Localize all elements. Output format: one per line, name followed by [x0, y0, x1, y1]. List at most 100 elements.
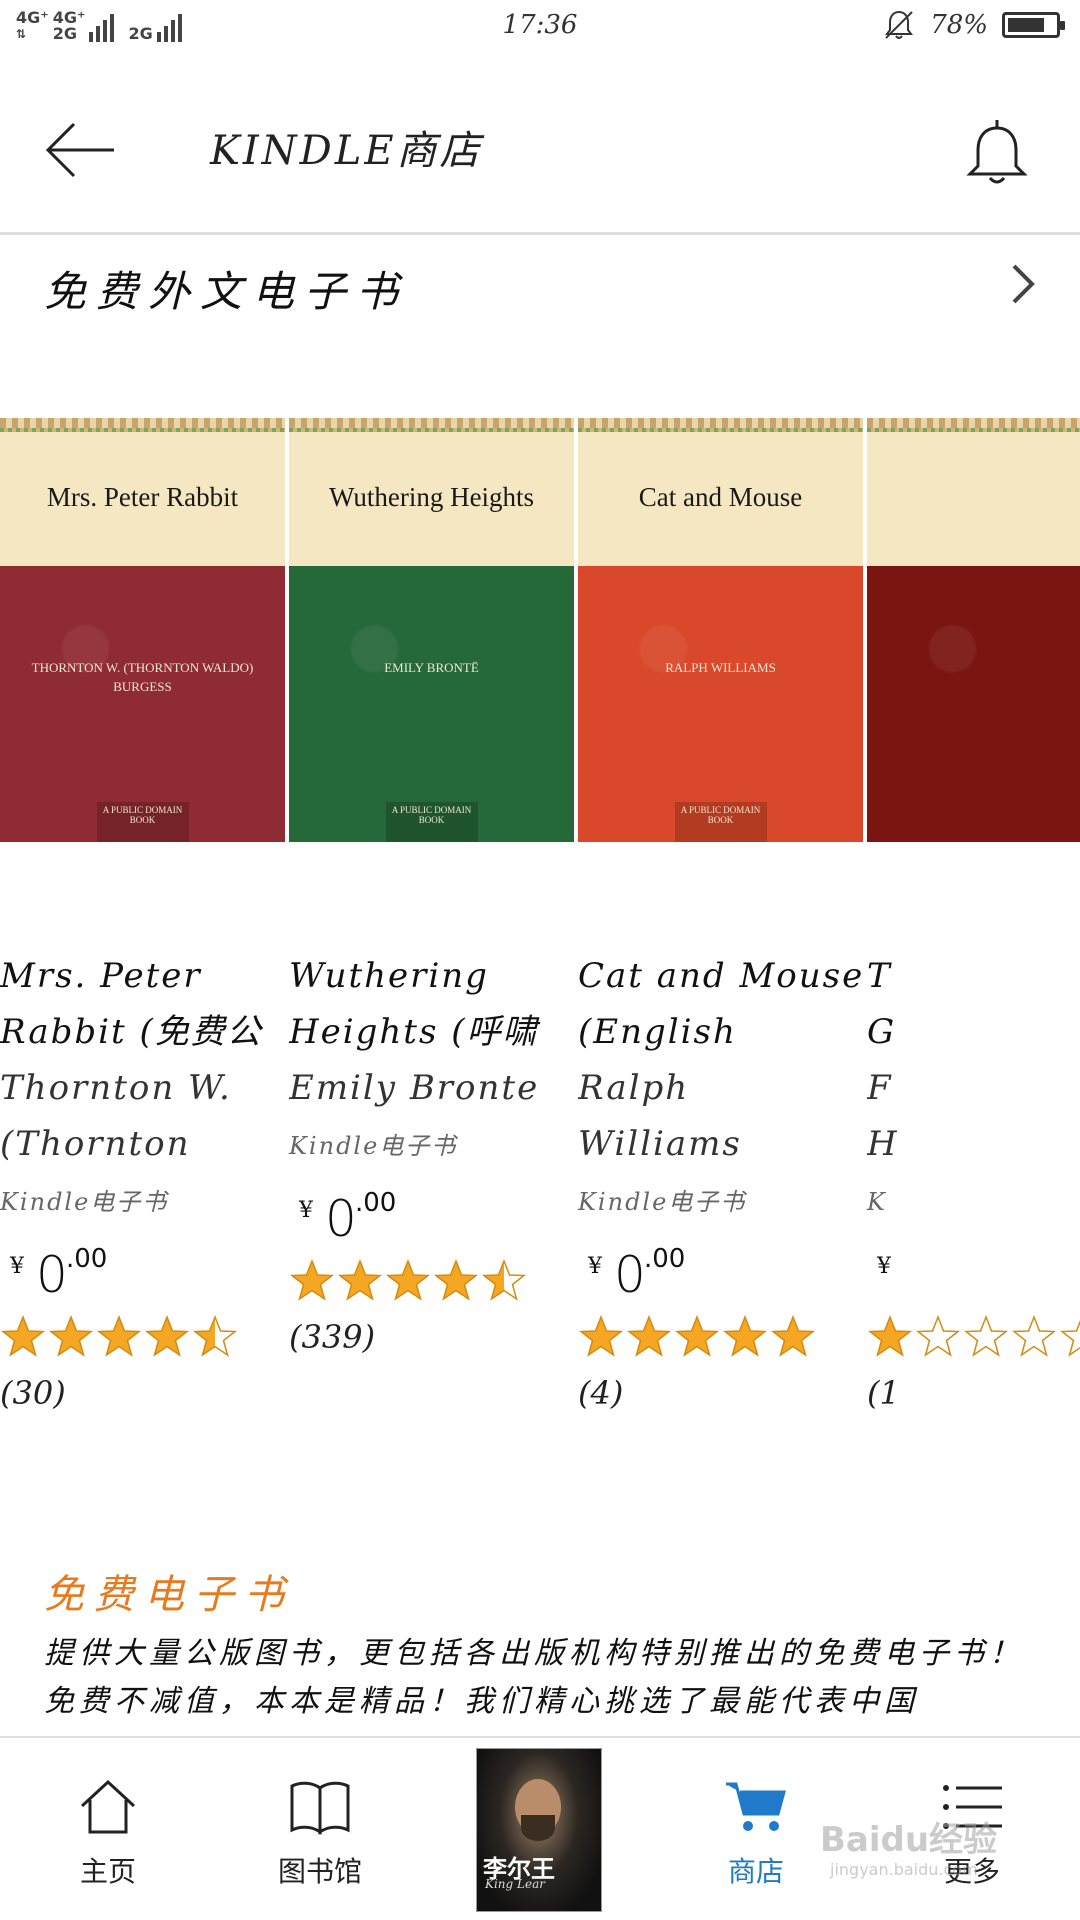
price-integer: 0 — [325, 1190, 357, 1248]
open-book-icon — [290, 1781, 350, 1835]
nav-store[interactable]: 商店 — [676, 1778, 836, 1890]
star-icon — [867, 1314, 913, 1357]
review-count[interactable]: (4) — [578, 1374, 863, 1412]
star-icon — [481, 1258, 527, 1301]
watermark-url: jingyan.baidu.com — [830, 1860, 978, 1879]
book-title-line: (English — [578, 1012, 737, 1052]
book-title[interactable]: Cat and Mouse (English — [578, 948, 863, 1060]
price-integer: 0 — [614, 1246, 646, 1304]
star-icon — [963, 1314, 1009, 1357]
cover-author: THORNTON W. (THORNTON WALDO) BURGESS — [31, 660, 254, 694]
nav-library-label: 图书馆 — [277, 1855, 362, 1888]
price-currency: ¥ — [588, 1254, 602, 1279]
star-icon — [337, 1258, 383, 1301]
book-price: ¥ — [867, 1244, 1080, 1304]
book-format: K — [867, 1188, 887, 1216]
battery-icon — [1002, 12, 1065, 38]
book-title[interactable]: T G — [867, 948, 1080, 1060]
book-card[interactable]: Mrs. Peter Rabbit THORNTON W. (THORNTON … — [0, 418, 285, 1412]
book-cover[interactable]: Mrs. Peter Rabbit THORNTON W. (THORNTON … — [0, 418, 285, 842]
book-author: F — [867, 1068, 893, 1108]
star-rating — [0, 1314, 285, 1362]
cover-author: EMILY BRONTË — [384, 660, 479, 675]
star-rating — [578, 1314, 863, 1362]
book-author: Thornton W. — [0, 1068, 232, 1108]
star-icon — [385, 1258, 431, 1301]
star-icon — [674, 1314, 720, 1357]
chevron-right-icon — [1012, 264, 1035, 304]
header-divider — [0, 232, 1080, 235]
nav-home[interactable]: 主页 — [28, 1778, 188, 1890]
free-ebooks-title[interactable]: 免费电子书 — [44, 1562, 294, 1620]
book-title-line: Cat and Mouse — [578, 956, 863, 996]
star-icon — [0, 1314, 46, 1357]
star-icon — [48, 1314, 94, 1357]
book-info: Mrs. Peter Rabbit (免费公 Thornton W. (Thor… — [0, 948, 285, 1412]
book-title-line: Rabbit (免费公 — [0, 1012, 263, 1052]
book-author: Ralph — [578, 1068, 690, 1108]
star-icon — [144, 1314, 190, 1357]
cover-badge: A PUBLIC DOMAIN BOOK — [385, 802, 478, 842]
book-cover[interactable]: Wuthering Heights EMILY BRONTË A PUBLIC … — [289, 418, 574, 842]
book-carousel[interactable]: Mrs. Peter Rabbit THORNTON W. (THORNTON … — [0, 418, 1080, 1468]
cover-title: Mrs. Peter Rabbit — [46, 482, 239, 512]
star-icon — [96, 1314, 142, 1357]
book-info: Cat and Mouse (English Ralph Williams Ki… — [578, 948, 863, 1412]
book-card[interactable]: Wuthering Heights EMILY BRONTË A PUBLIC … — [289, 418, 574, 1356]
shopping-cart-icon — [726, 1782, 786, 1831]
book-info: Wuthering Heights (呼啸 Emily Bronte Kindl… — [289, 948, 574, 1356]
cover-badge: A PUBLIC DOMAIN BOOK — [96, 802, 189, 842]
book-title-line: T — [867, 956, 892, 996]
cover-portrait-beard — [521, 1815, 555, 1841]
nav-library[interactable]: 图书馆 — [240, 1778, 400, 1890]
book-author: (Thornton — [0, 1124, 191, 1164]
book-author: Williams — [578, 1124, 742, 1164]
notifications-button[interactable] — [962, 110, 1032, 190]
now-reading-cover[interactable]: 李尔王 King Lear — [476, 1748, 602, 1912]
cover-body: RALPH WILLIAMS A PUBLIC DOMAIN BOOK — [578, 566, 863, 842]
app-header: KINDLE商店 — [0, 90, 1080, 230]
star-icon — [1011, 1314, 1057, 1357]
book-author: Emily Bronte — [289, 1068, 540, 1108]
star-icon — [722, 1314, 768, 1357]
page-title: KINDLE商店 — [210, 128, 483, 174]
cover-title: Cat and Mouse — [638, 482, 803, 512]
battery-fill — [1008, 18, 1044, 32]
cover-body — [867, 566, 1080, 842]
status-right: 78% — [882, 8, 1065, 42]
cover-author: RALPH WILLIAMS — [665, 660, 776, 675]
section-free-foreign-ebooks[interactable]: 免费外文电子书 — [0, 250, 1080, 320]
book-card-partial[interactable]: T G F H K ¥ (1 — [867, 418, 1080, 1412]
status-bar: 4G⁺ ⇅ 4G⁺ 2G 2G 17:36 78% — [0, 0, 1080, 56]
price-currency: ¥ — [299, 1198, 313, 1223]
review-count[interactable]: (339) — [289, 1318, 574, 1356]
review-count[interactable]: (1 — [867, 1374, 1080, 1412]
star-icon — [433, 1258, 479, 1301]
nav-store-label: 商店 — [727, 1855, 784, 1888]
book-title-line: Heights (呼啸 — [289, 1012, 539, 1052]
star-icon — [915, 1314, 961, 1357]
bell-icon — [966, 120, 1028, 184]
book-card[interactable]: Cat and Mouse RALPH WILLIAMS A PUBLIC DO… — [578, 418, 863, 1412]
back-button[interactable] — [40, 110, 120, 190]
book-cover[interactable]: Cat and Mouse RALPH WILLIAMS A PUBLIC DO… — [578, 418, 863, 842]
star-icon — [578, 1314, 624, 1357]
book-title-line: Mrs. Peter — [0, 956, 202, 996]
book-cover[interactable] — [867, 418, 1080, 842]
book-title-line: Wuthering — [289, 956, 489, 996]
cover-title: Wuthering Heights — [328, 482, 535, 512]
star-icon — [1059, 1320, 1080, 1357]
watermark-logo: Baidu经验 — [820, 1820, 998, 1860]
book-title[interactable]: Mrs. Peter Rabbit (免费公 — [0, 948, 285, 1060]
book-author: H — [867, 1124, 899, 1164]
free-ebooks-description: 提供大量公版图书，更包括各出版机构特别推出的免费电子书！免费不减值，本本是精品！… — [44, 1636, 1024, 1719]
cover-body: EMILY BRONTË A PUBLIC DOMAIN BOOK — [289, 566, 574, 842]
star-icon — [289, 1258, 335, 1301]
book-title[interactable]: Wuthering Heights (呼啸 — [289, 948, 574, 1060]
review-count[interactable]: (30) — [0, 1374, 285, 1412]
arrow-left-icon — [45, 122, 114, 178]
bell-muted-icon — [885, 10, 914, 39]
book-price: ¥ 0 .00 — [0, 1244, 285, 1304]
star-icon — [770, 1314, 816, 1357]
home-icon — [80, 1779, 136, 1834]
